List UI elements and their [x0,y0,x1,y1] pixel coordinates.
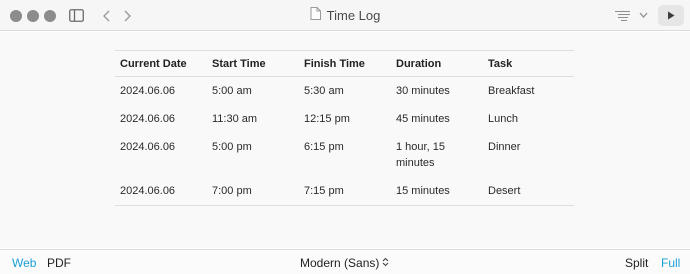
table-cell: 2024.06.06 [115,177,207,206]
chevron-left-icon[interactable] [101,9,111,22]
table-cell: Dinner [488,141,521,153]
table-cell: Desert [483,177,574,206]
outline-list-icon[interactable] [613,9,631,22]
theme-selector-label: Modern (Sans) [300,256,380,270]
sidebar-icon[interactable] [69,8,84,22]
document-icon [310,6,321,25]
table-row: 2024.06.06 11:30 am 12:15 pm 45 minutes … [115,105,574,133]
table-cell: 12:15 pm [304,113,350,125]
minimize-window-button[interactable] [27,10,39,22]
table-row: 2024.06.06 7:00 pm 7:15 pm 15 minutes De… [115,177,574,206]
table-cell: 2024.06.06 [120,85,176,97]
window-title: Time Log [326,8,381,23]
zoom-window-button[interactable] [44,10,56,22]
table-cell: 5:00 pm [212,141,252,153]
column-header-duration: Duration [391,50,483,77]
theme-selector[interactable]: Modern (Sans) [300,256,389,270]
table-cell: 11:30 am [212,113,258,125]
table-cell: 2024.06.06 [120,141,176,153]
preview-area: Current Date Start Time Finish Time Dura… [0,32,690,248]
table-cell: 7:00 pm [207,177,299,206]
chevron-down-icon[interactable] [638,10,648,20]
table-cell: 7:15 pm [299,177,391,206]
title-bar: Time Log [0,0,690,31]
table-cell: Breakfast [488,85,535,97]
table-cell: 30 minutes [396,85,450,97]
table-cell: Lunch [488,113,518,125]
up-down-chevron-icon [382,256,389,270]
column-header-start-time: Start Time [207,50,299,77]
play-icon [667,7,675,25]
bottom-bar: Web PDF Modern (Sans) Split Full [0,249,690,274]
full-view-button[interactable]: Full [661,256,680,270]
split-view-button[interactable]: Split [625,256,648,270]
play-button[interactable] [658,5,684,26]
time-log-table: Current Date Start Time Finish Time Dura… [115,50,574,206]
column-header-task: Task [483,50,574,77]
table-header-row: Current Date Start Time Finish Time Dura… [115,50,574,77]
chevron-right-icon[interactable] [123,9,133,22]
pdf-output-button[interactable]: PDF [47,256,71,270]
table-cell: 5:00 am [212,85,252,97]
table-row: 2024.06.06 5:00 pm 6:15 pm 1 hour, 15 mi… [115,133,574,177]
table-row: 2024.06.06 5:00 am 5:30 am 30 minutes Br… [115,77,574,106]
table-cell: 5:30 am [304,85,344,97]
column-header-finish-time: Finish Time [299,50,391,77]
web-output-button[interactable]: Web [12,256,36,270]
column-header-current-date: Current Date [115,50,207,77]
table-cell: 6:15 pm [304,141,344,153]
table-cell: 1 hour, 15 minutes [396,141,445,169]
table-cell: 45 minutes [396,113,450,125]
close-window-button[interactable] [10,10,22,22]
table-cell: 15 minutes [391,177,483,206]
table-cell: 2024.06.06 [120,113,176,125]
